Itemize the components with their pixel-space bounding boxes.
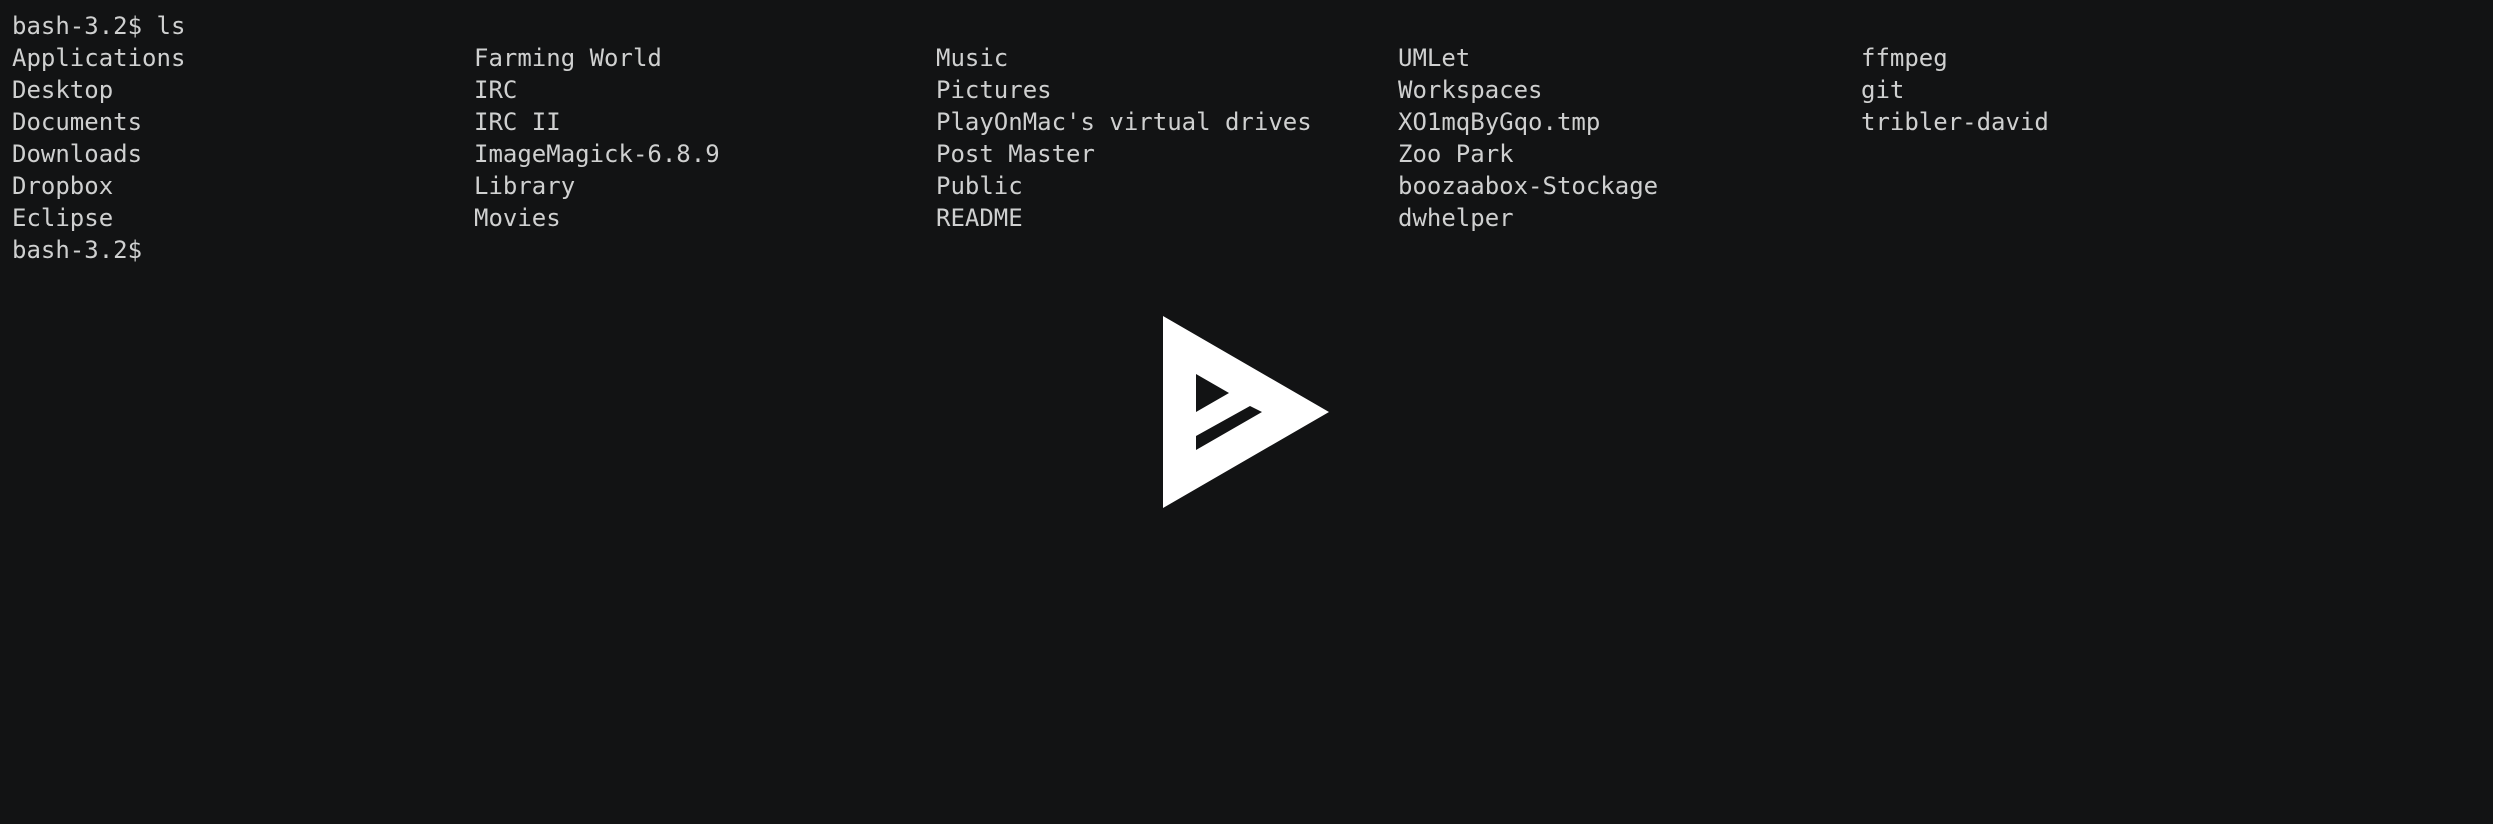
listing-entry: Movies xyxy=(474,204,561,232)
listing-entry: dwhelper xyxy=(1398,204,1514,232)
listing-entry: XO1mqByGqo.tmp xyxy=(1398,108,1601,136)
listing-entry: Farming World xyxy=(474,44,662,72)
listing-entry: Documents xyxy=(12,108,143,136)
play-button[interactable] xyxy=(1163,316,1329,508)
listing-entry: git xyxy=(1861,76,1905,104)
listing-row: Documents IRC II PlayOnMac's virtual dri… xyxy=(12,106,2482,138)
asciinema-play-icon xyxy=(1163,316,1329,508)
listing-entry: IRC II xyxy=(474,108,561,136)
listing-entry: IRC xyxy=(474,76,518,104)
listing-entry: Dropbox xyxy=(12,172,114,200)
listing-entry: ffmpeg xyxy=(1861,44,1948,72)
listing-entry: UMLet xyxy=(1398,44,1471,72)
listing-row: Downloads ImageMagick-6.8.9 Post Master … xyxy=(12,138,2482,170)
listing-entry: Applications xyxy=(12,44,186,72)
listing-entry: boozaabox-Stockage xyxy=(1398,172,1659,200)
listing-entry: Pictures xyxy=(936,76,1052,104)
listing-row: Eclipse Movies README dwhelper xyxy=(12,202,2482,234)
listing-entry: Eclipse xyxy=(12,204,114,232)
terminal-output[interactable]: bash-3.2$ ls Applications Farming World … xyxy=(12,10,2482,266)
listing-row: Dropbox Library Public boozaabox-Stockag… xyxy=(12,170,2482,202)
listing-entry: Desktop xyxy=(12,76,114,104)
listing-entry: Zoo Park xyxy=(1398,140,1514,168)
command-line: bash-3.2$ ls xyxy=(12,12,186,40)
listing-entry: PlayOnMac's virtual drives xyxy=(936,108,1312,136)
listing-row: Applications Farming World Music UMLet f… xyxy=(12,42,2482,74)
listing-entry: tribler-david xyxy=(1861,108,2049,136)
listing-entry: Library xyxy=(474,172,576,200)
listing-row: Desktop IRC Pictures Workspaces git xyxy=(12,74,2482,106)
listing-entry: Music xyxy=(936,44,1009,72)
listing-entry: Workspaces xyxy=(1398,76,1543,104)
listing-entry: Post Master xyxy=(936,140,1095,168)
shell-prompt: bash-3.2$ xyxy=(12,236,143,264)
listing-entry: ImageMagick-6.8.9 xyxy=(474,140,720,168)
listing-entry: Public xyxy=(936,172,1023,200)
listing-entry: README xyxy=(936,204,1023,232)
listing-entry: Downloads xyxy=(12,140,143,168)
